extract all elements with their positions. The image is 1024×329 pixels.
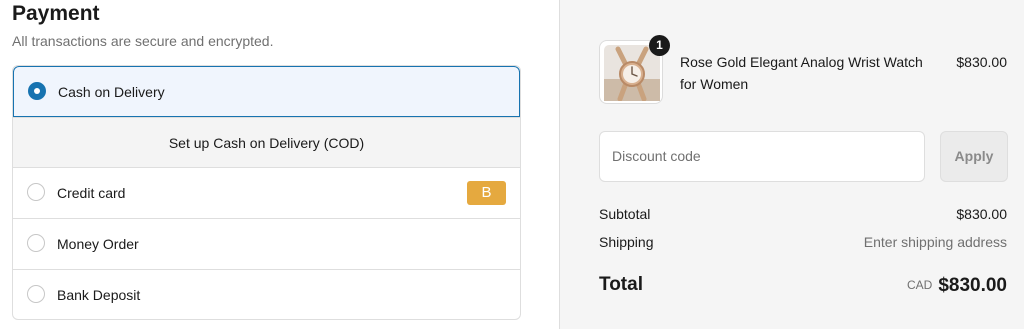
card-brand-badge: B [467, 181, 506, 205]
payment-subtitle: All transactions are secure and encrypte… [12, 33, 274, 49]
radio-unselected[interactable] [27, 234, 45, 252]
payment-option-label: Bank Deposit [57, 287, 141, 303]
payment-option-cash-on-delivery[interactable]: Cash on Delivery [13, 66, 520, 117]
payment-option-label: Cash on Delivery [58, 84, 165, 100]
shipping-label: Shipping [599, 234, 654, 250]
radio-unselected[interactable] [27, 183, 45, 201]
cod-info-panel: Set up Cash on Delivery (COD) [13, 117, 520, 167]
payment-option-bank-deposit[interactable]: Bank Deposit [13, 269, 520, 319]
radio-unselected[interactable] [27, 285, 45, 303]
total-amount: $830.00 [938, 275, 1007, 296]
quantity-badge: 1 [649, 35, 670, 56]
total-value-group: CAD $830.00 [907, 272, 1007, 300]
payment-option-money-order[interactable]: Money Order [13, 218, 520, 269]
payment-option-label: Credit card [57, 185, 126, 201]
subtotal-value: $830.00 [956, 206, 1007, 222]
shipping-value: Enter shipping address [863, 234, 1007, 250]
payment-option-label: Money Order [57, 236, 139, 252]
product-name: Rose Gold Elegant Analog Wrist Watch for… [680, 54, 923, 92]
subtotal-label: Subtotal [599, 206, 651, 222]
payment-section: Payment All transactions are secure and … [0, 0, 559, 329]
payment-methods: Cash on Delivery Set up Cash on Delivery… [12, 65, 521, 320]
total-currency: CAD [906, 278, 933, 292]
product-price: $830.00 [956, 54, 1007, 70]
apply-button[interactable]: Apply [940, 131, 1008, 182]
payment-title: Payment [12, 2, 100, 25]
radio-selected[interactable] [28, 82, 46, 100]
discount-code-input[interactable]: Discount code [599, 131, 925, 182]
order-summary: 1 Rose Gold Elegant Analog Wrist Watch f… [559, 0, 1024, 329]
payment-option-credit-card[interactable]: Credit card B [13, 167, 520, 218]
total-label: Total [599, 274, 643, 295]
